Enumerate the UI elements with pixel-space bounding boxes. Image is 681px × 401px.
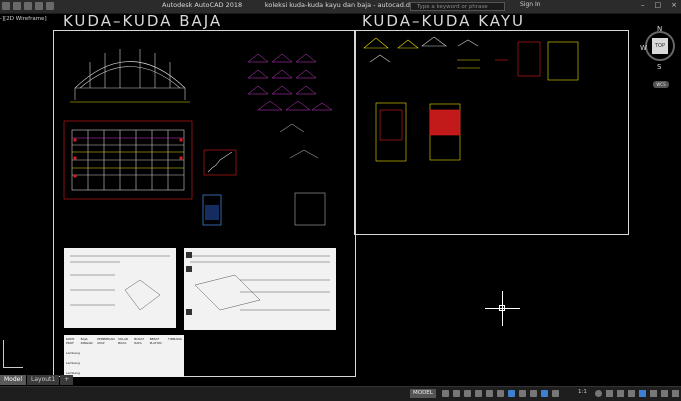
layout-tabs: Model Layout1 + [0,375,74,385]
snap-icon[interactable] [453,390,460,397]
annotation-visibility-icon[interactable] [541,390,548,397]
table-header: PEMBERIAN ATAP [97,337,115,345]
reference-table: KODE PROF BAJA RINGAN PEMBERIAN ATAP SOL… [66,337,182,375]
units-icon[interactable] [617,390,624,397]
table-header: SOLAR BIAYA [117,337,129,345]
compass-north[interactable]: N [657,25,662,33]
status-bar: MODEL 1:1 [0,386,681,401]
lineweight-icon[interactable] [519,390,526,397]
table-header: TIMBANG [168,337,182,341]
timber-details [457,41,579,81]
table-header: BERAT PLAFON [149,337,162,345]
table-header: BAJA RINGAN [80,337,93,345]
crosshair-pickbox [499,305,505,311]
customization-menu-icon[interactable] [672,390,679,397]
model-space-button[interactable]: MODEL [410,389,436,398]
tab-model[interactable]: Model [0,375,27,385]
drafting-toggles [442,390,559,397]
quick-properties-icon[interactable] [628,390,635,397]
transparency-icon[interactable] [530,390,537,397]
truss-types [247,53,333,111]
timber-truss-sketches [363,36,479,63]
status-right-icons [595,390,679,397]
autoscale-icon[interactable] [552,390,559,397]
annotation-scale[interactable]: 1:1 [578,389,587,395]
table-row: Lembang [66,371,80,375]
compass-south[interactable]: S [657,63,661,71]
isolate-objects-icon[interactable] [639,390,646,397]
compass-west[interactable]: W [640,44,647,52]
ucs-x-axis-icon [3,367,23,368]
viewcube-top-face[interactable]: TOP [652,38,668,54]
table-header: BUKAT RATA [134,337,145,345]
workspace-gear-icon[interactable] [595,390,602,397]
timber-house-plans [375,102,461,162]
object-snap-icon[interactable] [508,390,515,397]
isodraft-icon[interactable] [486,390,493,397]
object-snap-tracking-icon[interactable] [497,390,504,397]
ortho-icon[interactable] [464,390,471,397]
add-layout-button[interactable]: + [60,375,74,385]
table-row: Lembang [66,361,80,365]
steel-roof-plan [63,120,193,200]
annotation-monitor-icon[interactable] [606,390,613,397]
hardware-acceleration-icon[interactable] [650,390,657,397]
grid-icon[interactable] [442,390,449,397]
viewcube[interactable]: N W S TOP WCS [640,25,680,95]
tab-layout1[interactable]: Layout1 [27,375,60,385]
clean-screen-icon[interactable] [661,390,668,397]
table-header: KODE PROF [66,337,75,345]
stair-detail [203,149,237,176]
table-header-row: KODE PROF BAJA RINGAN PEMBERIAN ATAP SOL… [66,337,182,345]
polar-icon[interactable] [475,390,482,397]
ucs-y-axis-icon [3,340,4,367]
steel-arch-elevation [70,49,190,103]
table-row: Lembang [66,351,80,355]
wcs-menu[interactable]: WCS [653,81,669,88]
